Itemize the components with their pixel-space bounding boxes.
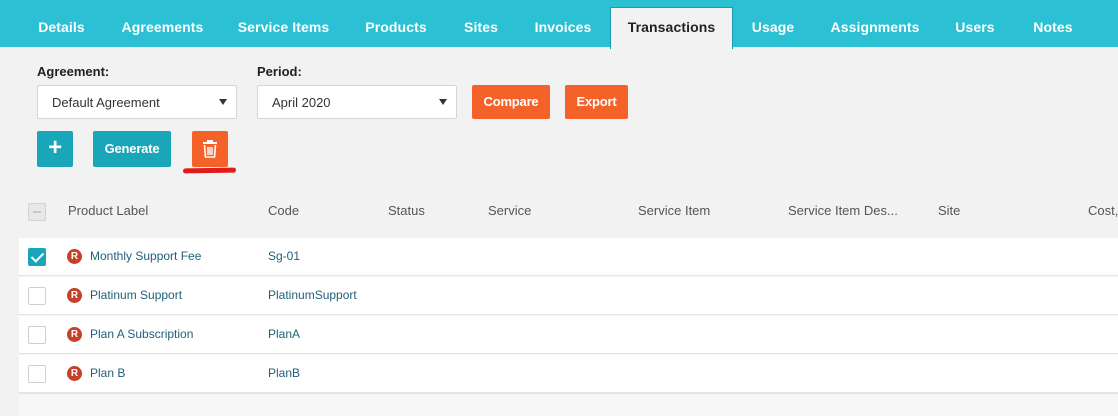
column-header-site[interactable]: Site xyxy=(938,203,960,218)
product-label-link[interactable]: Plan B xyxy=(90,366,125,380)
product-code: PlanA xyxy=(268,327,301,341)
period-select[interactable]: April 2020 xyxy=(257,85,457,119)
product-code: PlanB xyxy=(268,366,301,380)
agreement-select[interactable]: Default Agreement xyxy=(37,85,237,119)
row-checkbox[interactable] xyxy=(28,365,46,383)
tab-products[interactable]: Products xyxy=(350,8,442,47)
recurring-badge-icon: R xyxy=(67,366,82,381)
tab-details[interactable]: Details xyxy=(22,8,101,47)
column-header-service-item-description[interactable]: Service Item Des... xyxy=(788,203,898,218)
tab-assignments[interactable]: Assignments xyxy=(818,8,932,47)
column-header-status[interactable]: Status xyxy=(388,203,425,218)
product-label-link[interactable]: Monthly Support Fee xyxy=(90,249,201,263)
table-row[interactable]: R Plan A Subscription PlanA xyxy=(19,316,1118,354)
recurring-badge-icon: R xyxy=(67,327,82,342)
tab-users[interactable]: Users xyxy=(943,8,1007,47)
agreement-select-value: Default Agreement xyxy=(52,95,160,110)
table-row[interactable]: R Platinum Support PlatinumSupport xyxy=(19,277,1118,315)
chevron-down-icon xyxy=(439,99,447,105)
column-header-service-item[interactable]: Service Item xyxy=(638,203,710,218)
row-checkbox[interactable] xyxy=(28,287,46,305)
tab-bar: Details Agreements Service Items Product… xyxy=(0,0,1118,49)
product-code: PlatinumSupport xyxy=(268,288,357,302)
product-label-link[interactable]: Platinum Support xyxy=(90,288,182,302)
compare-button[interactable]: Compare xyxy=(472,85,550,119)
recurring-badge-icon: R xyxy=(67,288,82,303)
tab-sites[interactable]: Sites xyxy=(451,8,511,47)
column-header-code[interactable]: Code xyxy=(268,203,299,218)
agreement-label: Agreement: xyxy=(37,64,110,79)
trash-icon xyxy=(203,140,217,158)
product-label-link[interactable]: Plan A Subscription xyxy=(90,327,193,341)
table-divider xyxy=(19,392,1118,394)
delete-button[interactable] xyxy=(192,131,228,167)
tab-transactions[interactable]: Transactions xyxy=(610,7,733,49)
row-checkbox[interactable] xyxy=(28,326,46,344)
add-button[interactable]: + xyxy=(37,131,73,167)
tab-notes[interactable]: Notes xyxy=(1018,8,1088,47)
column-header-cost[interactable]: Cost, xyxy=(1088,203,1118,218)
select-all-checkbox[interactable] xyxy=(28,203,46,221)
transactions-table: Product Label Code Status Service Servic… xyxy=(19,181,1118,416)
table-header: Product Label Code Status Service Servic… xyxy=(19,181,1118,238)
tab-agreements[interactable]: Agreements xyxy=(110,8,215,47)
tab-invoices[interactable]: Invoices xyxy=(522,8,604,47)
tab-service-items[interactable]: Service Items xyxy=(225,8,342,47)
annotation-underline xyxy=(182,167,237,174)
column-header-product-label[interactable]: Product Label xyxy=(68,203,148,218)
table-row[interactable]: R Monthly Support Fee Sg-01 xyxy=(19,238,1118,276)
generate-button[interactable]: Generate xyxy=(93,131,171,167)
export-button[interactable]: Export xyxy=(565,85,628,119)
recurring-badge-icon: R xyxy=(67,249,82,264)
chevron-down-icon xyxy=(219,99,227,105)
column-header-service[interactable]: Service xyxy=(488,203,531,218)
row-checkbox[interactable] xyxy=(28,248,46,266)
tab-usage[interactable]: Usage xyxy=(741,8,805,47)
period-label: Period: xyxy=(257,64,302,79)
table-row[interactable]: R Plan B PlanB xyxy=(19,355,1118,393)
period-select-value: April 2020 xyxy=(272,95,331,110)
product-code: Sg-01 xyxy=(268,249,301,263)
